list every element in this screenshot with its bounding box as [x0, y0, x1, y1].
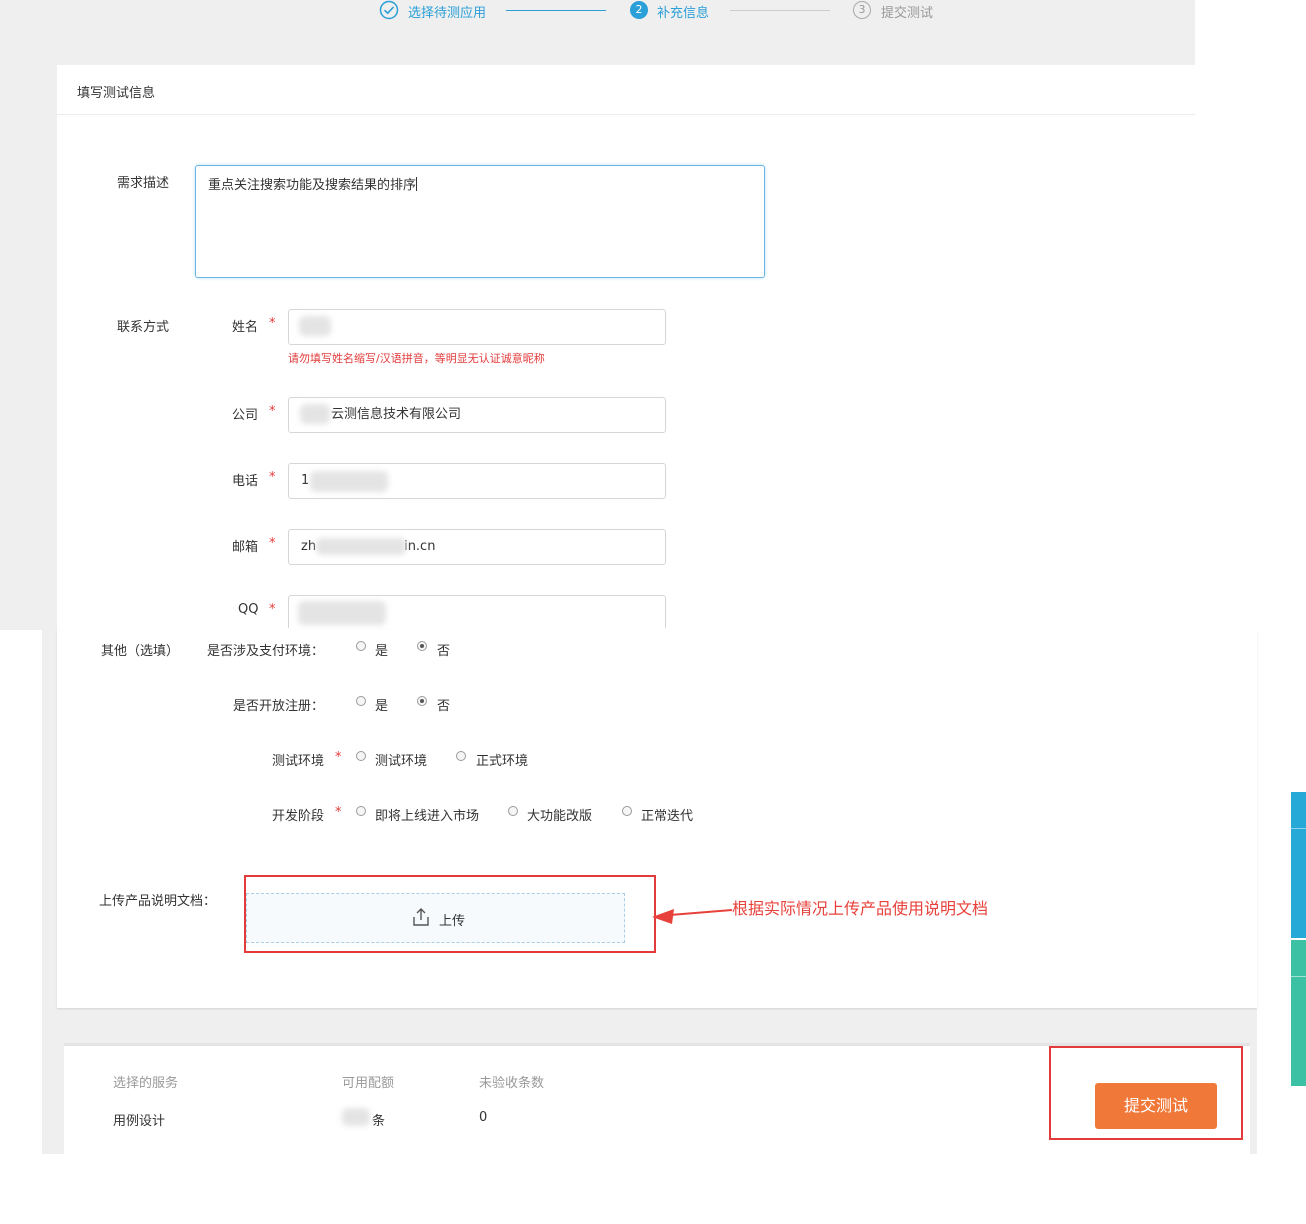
payment-label: 是否涉及支付环境：: [207, 644, 325, 659]
redacted-phone: [310, 471, 388, 492]
summary-service: 用例设计: [113, 1114, 166, 1129]
stage-revamp-radio[interactable]: [508, 806, 518, 816]
upload-label: 上传产品说明文档：: [99, 894, 217, 909]
step-connector: [506, 10, 606, 11]
redacted-company: [300, 404, 330, 424]
env-prod-radio[interactable]: [456, 751, 466, 761]
section-divider: [57, 114, 1195, 115]
required-mark: *: [269, 404, 276, 419]
summary-header-service: 选择的服务: [113, 1076, 179, 1091]
side-tab-divider: [1291, 828, 1306, 829]
check-circle-icon: [379, 0, 399, 20]
stage-label: 开发阶段: [272, 809, 325, 824]
stage-iteration-radio[interactable]: [622, 806, 632, 816]
qq-label: QQ: [238, 602, 259, 617]
submit-highlight-box: [1049, 1046, 1243, 1140]
redacted-email: [316, 538, 406, 555]
upload-highlight-box: [244, 875, 656, 953]
name-label: 姓名: [232, 320, 259, 335]
env-test-label[interactable]: 测试环境: [375, 750, 427, 769]
text-cursor: [416, 177, 418, 191]
stepper: 选择待测应用 2 补充信息 3 提交测试: [0, 0, 1195, 26]
demand-label: 需求描述: [117, 176, 170, 191]
env-label: 测试环境: [272, 754, 325, 769]
contact-label: 联系方式: [117, 320, 170, 335]
step-3-label[interactable]: 提交测试: [881, 2, 933, 21]
step-2-label[interactable]: 补充信息: [657, 2, 709, 21]
other-label: 其他（选填）: [101, 644, 180, 659]
register-no-label[interactable]: 否: [437, 695, 450, 714]
company-input[interactable]: 云测信息技术有限公司: [288, 397, 666, 433]
env-prod-label[interactable]: 正式环境: [476, 750, 528, 769]
stage-launch-label[interactable]: 即将上线进入市场: [375, 805, 479, 824]
step-connector: [730, 10, 830, 11]
company-label: 公司: [232, 408, 259, 423]
redacted-quota: [342, 1108, 370, 1126]
step-2-number: 2: [630, 1, 648, 19]
required-mark: *: [269, 316, 276, 331]
required-mark: *: [335, 750, 342, 765]
env-test-radio[interactable]: [356, 751, 366, 761]
step-3-number: 3: [853, 1, 871, 19]
summary-unaccepted: 0: [479, 1110, 488, 1125]
name-hint: 请勿填写姓名缩写/汉语拼音，等明显无认证诚意昵称: [288, 352, 545, 365]
summary-header-quota: 可用配额: [342, 1076, 395, 1091]
section-title: 填写测试信息: [77, 86, 156, 101]
summary-header-unaccepted: 未验收条数: [479, 1076, 545, 1091]
payment-no-radio[interactable]: [417, 641, 427, 651]
payment-no-label[interactable]: 否: [437, 640, 450, 659]
payment-yes-label[interactable]: 是: [375, 640, 388, 659]
phone-label: 电话: [232, 474, 259, 489]
side-tab-divider: [1291, 976, 1306, 977]
demand-text: 重点关注搜索功能及搜索结果的排序: [208, 178, 417, 193]
demand-textarea[interactable]: 重点关注搜索功能及搜索结果的排序: [195, 165, 765, 278]
stage-launch-radio[interactable]: [356, 806, 366, 816]
required-mark: *: [269, 602, 276, 617]
step-1-label[interactable]: 选择待测应用: [408, 2, 486, 21]
annotation-arrow: [652, 909, 733, 924]
stage-iteration-label[interactable]: 正常迭代: [641, 805, 693, 824]
side-tab-contact[interactable]: [1291, 792, 1306, 938]
summary-quota-unit: 条: [372, 1114, 386, 1129]
register-yes-label[interactable]: 是: [375, 695, 388, 714]
register-no-radio[interactable]: [417, 696, 427, 706]
name-input[interactable]: [288, 309, 666, 345]
register-yes-radio[interactable]: [356, 696, 366, 706]
stage-revamp-label[interactable]: 大功能改版: [527, 805, 592, 824]
required-mark: *: [269, 470, 276, 485]
email-label: 邮箱: [232, 540, 259, 555]
required-mark: *: [269, 536, 276, 551]
redacted-qq: [298, 601, 386, 625]
required-mark: *: [335, 805, 342, 820]
annotation-text: 根据实际情况上传产品使用说明文档: [732, 899, 989, 918]
side-tab-service[interactable]: [1291, 940, 1306, 1086]
register-label: 是否开放注册：: [233, 699, 325, 714]
redacted-name: [299, 316, 331, 336]
payment-yes-radio[interactable]: [356, 641, 366, 651]
